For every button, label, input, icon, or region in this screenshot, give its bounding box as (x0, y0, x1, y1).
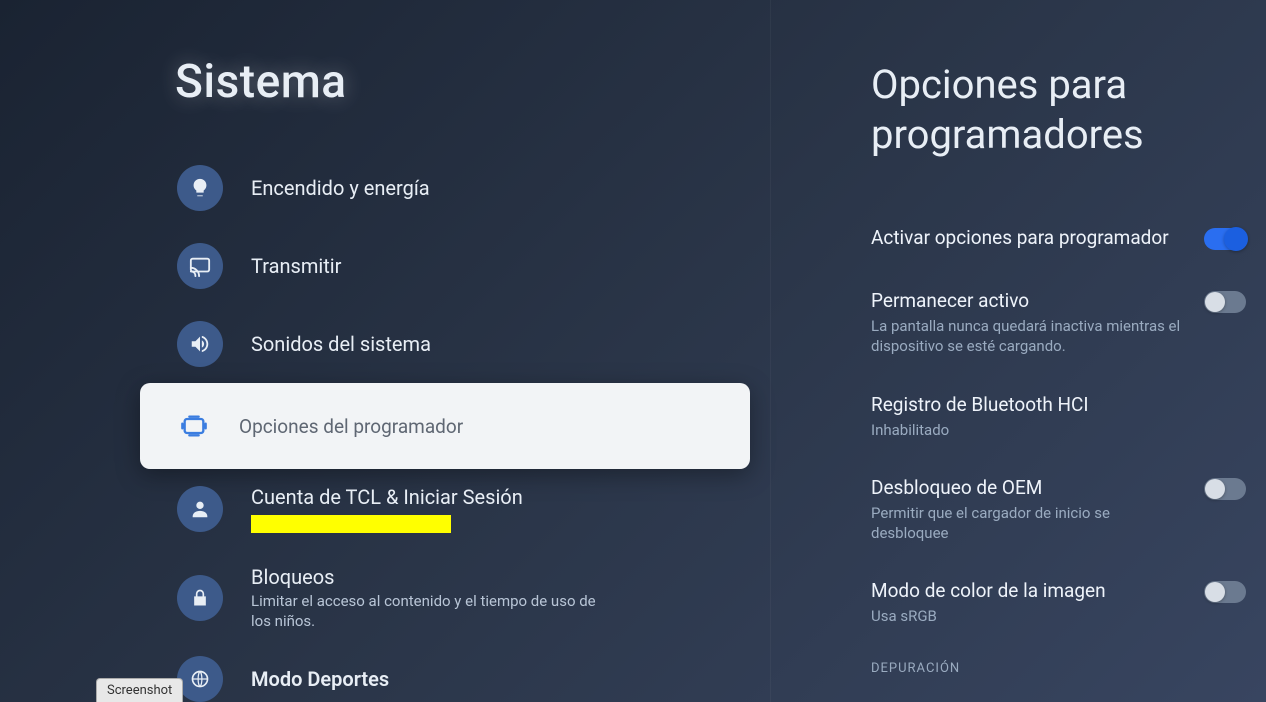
sound-icon (177, 321, 223, 367)
menu-item-locks[interactable]: Bloqueos Limitar el acceso al contenido … (0, 549, 770, 648)
page-title: Sistema (175, 55, 770, 109)
option-bluetooth-hci[interactable]: Registro de Bluetooth HCI Inhabilitado (871, 375, 1246, 458)
option-label: Permanecer activo (871, 289, 1188, 312)
toggle-oem-unlock[interactable] (1204, 478, 1246, 500)
menu-item-sound[interactable]: Sonidos del sistema (0, 305, 770, 383)
sports-icon (177, 656, 223, 702)
toggle-stay-awake[interactable] (1204, 291, 1246, 313)
option-sub: La pantalla nunca quedará inactiva mient… (871, 316, 1188, 357)
option-label: Activar opciones para programador (871, 226, 1188, 249)
menu-label: Encendido y energía (251, 176, 430, 200)
option-sub: Usa sRGB (871, 606, 1188, 626)
right-title: Opciones para programadores (871, 60, 1246, 160)
screenshot-badge: Screenshot (96, 678, 183, 702)
option-sub: Permitir que el cargador de inicio se de… (871, 503, 1188, 544)
menu-item-cast[interactable]: Transmitir (0, 227, 770, 305)
menu-item-developer[interactable]: Opciones del programador (140, 383, 750, 469)
option-label: Desbloqueo de OEM (871, 476, 1188, 499)
developer-icon (177, 409, 211, 443)
toggle-enable-dev[interactable] (1204, 228, 1246, 250)
menu-item-power[interactable]: Encendido y energía (0, 149, 770, 227)
option-label: Modo de color de la imagen (871, 579, 1188, 602)
cast-icon (177, 243, 223, 289)
menu-list: Encendido y energía Transmitir Sonidos d… (0, 149, 770, 702)
option-sub: Inhabilitado (871, 420, 1191, 440)
redacted-sub (251, 515, 451, 533)
menu-label: Opciones del programador (239, 415, 463, 438)
menu-item-account[interactable]: Cuenta de TCL & Iniciar Sesión (0, 469, 770, 549)
option-label: Registro de Bluetooth HCI (871, 393, 1246, 416)
menu-label: Sonidos del sistema (251, 332, 431, 356)
option-enable-dev[interactable]: Activar opciones para programador (871, 208, 1246, 271)
menu-label: Transmitir (251, 254, 341, 278)
menu-label: Modo Deportes (251, 667, 389, 691)
right-panel: Opciones para programadores Activar opci… (770, 0, 1266, 702)
bulb-icon (177, 165, 223, 211)
toggle-color-mode[interactable] (1204, 581, 1246, 603)
menu-label: Cuenta de TCL & Iniciar Sesión (251, 485, 523, 509)
section-header-debug: DEPURACIÓN (871, 661, 1246, 676)
menu-sub: Limitar el acceso al contenido y el tiem… (251, 591, 611, 632)
option-stay-awake[interactable]: Permanecer activo La pantalla nunca qued… (871, 271, 1246, 375)
option-oem-unlock[interactable]: Desbloqueo de OEM Permitir que el cargad… (871, 458, 1246, 562)
menu-label: Bloqueos (251, 565, 611, 589)
lock-icon (177, 575, 223, 621)
person-icon (177, 486, 223, 532)
option-color-mode[interactable]: Modo de color de la imagen Usa sRGB (871, 561, 1246, 644)
left-panel: Sistema Encendido y energía Transmitir (0, 0, 770, 702)
